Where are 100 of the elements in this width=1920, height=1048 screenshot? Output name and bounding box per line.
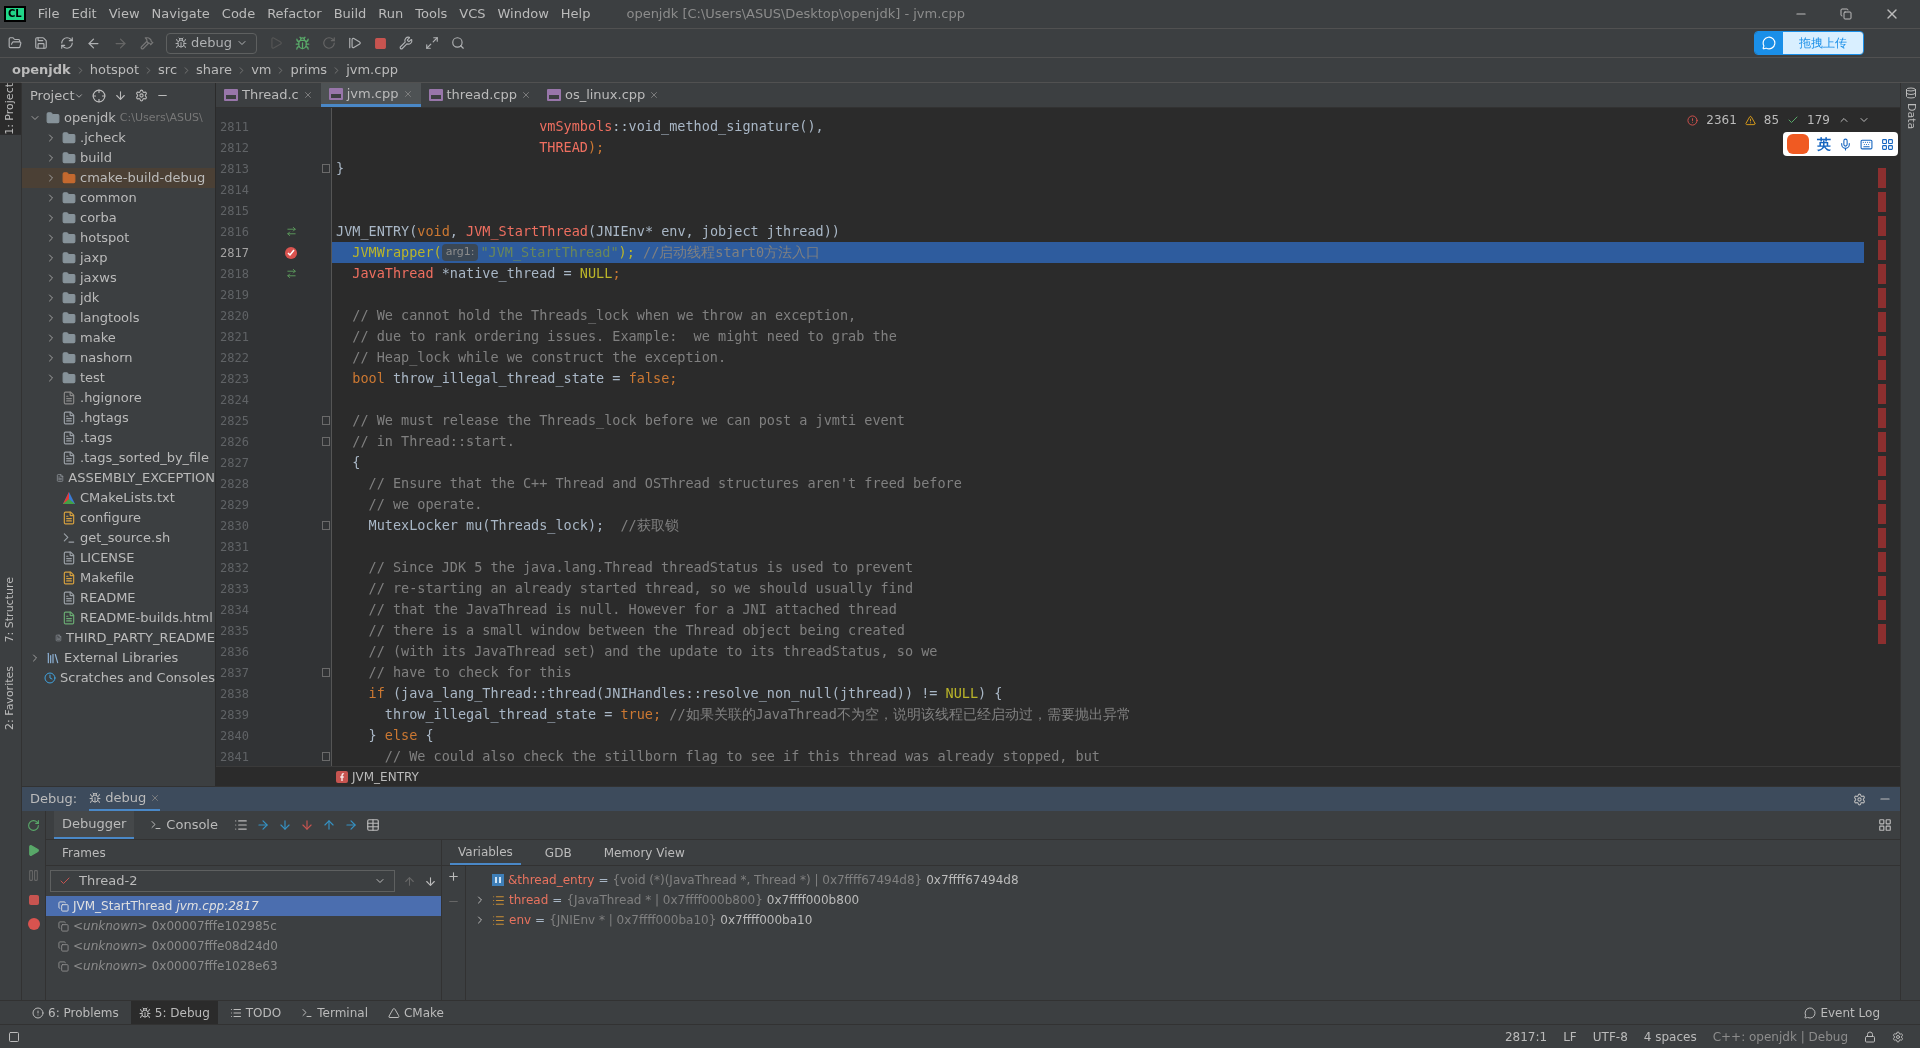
tree-item[interactable]: jdk xyxy=(22,288,215,308)
debugger-tab[interactable]: Console xyxy=(142,811,226,839)
tree-item[interactable]: .hgignore xyxy=(22,388,215,408)
layout-icon[interactable] xyxy=(425,36,439,50)
next-frame-icon[interactable] xyxy=(424,874,437,888)
tree-item[interactable]: README-builds.html xyxy=(22,608,215,628)
tree-item[interactable]: .jcheck xyxy=(22,128,215,148)
tree-item[interactable]: .tags xyxy=(22,428,215,448)
thread-dropdown[interactable]: Thread-2 xyxy=(50,870,395,892)
tool-window-tab[interactable]: CMake xyxy=(379,1001,452,1024)
tool-window-tab[interactable]: 5: Debug xyxy=(130,1001,218,1024)
lock-icon[interactable] xyxy=(1864,1030,1876,1043)
profile-icon[interactable] xyxy=(348,36,362,50)
project-view-dropdown[interactable]: Project xyxy=(30,85,85,106)
back-icon[interactable] xyxy=(86,35,101,51)
tree-item[interactable]: hotspot xyxy=(22,228,215,248)
close-icon[interactable] xyxy=(649,90,660,100)
hammer-icon[interactable] xyxy=(140,36,154,50)
tree-item[interactable]: test xyxy=(22,368,215,388)
tree-item[interactable]: jaxp xyxy=(22,248,215,268)
error-count[interactable]: 2361 xyxy=(1706,111,1737,129)
breakpoints-icon[interactable] xyxy=(27,918,40,930)
stop-icon[interactable] xyxy=(27,894,40,906)
editor-tab[interactable]: thread.cpp xyxy=(420,83,539,107)
fold-icon[interactable] xyxy=(322,437,331,446)
fold-icon[interactable] xyxy=(322,164,331,173)
menu-item[interactable]: Edit xyxy=(71,4,97,24)
menu-item[interactable]: VCS xyxy=(459,4,486,24)
typo-count[interactable]: 179 xyxy=(1807,111,1830,129)
close-icon[interactable] xyxy=(520,90,531,100)
add-watch-icon[interactable] xyxy=(447,870,460,883)
evaluate-icon[interactable] xyxy=(365,818,380,832)
tree-item[interactable]: .hgtags xyxy=(22,408,215,428)
save-icon[interactable] xyxy=(34,36,48,50)
fold-icon[interactable] xyxy=(322,521,331,530)
tool-window-tab[interactable]: TODO xyxy=(221,1001,290,1024)
breadcrumb-item[interactable]: hotspot xyxy=(89,60,140,80)
sync-icon[interactable] xyxy=(60,36,74,50)
menu-item[interactable]: View xyxy=(108,4,140,24)
menu-item[interactable]: Navigate xyxy=(151,4,210,24)
pause-icon[interactable] xyxy=(27,869,40,882)
status-item[interactable]: LF xyxy=(1563,1027,1577,1046)
resume-icon[interactable] xyxy=(27,844,40,857)
tree-item[interactable]: LICENSE xyxy=(22,548,215,568)
variables-tab[interactable]: GDB xyxy=(536,840,580,865)
stack-frame[interactable]: <unknown> 0x00007fffe1028e63 xyxy=(46,956,441,976)
ime-toolbar[interactable]: 英 xyxy=(1783,132,1898,156)
menu-item[interactable]: Help xyxy=(560,4,591,24)
database-tool-tab[interactable]: Data xyxy=(1902,103,1919,130)
breadcrumb-item[interactable]: vm xyxy=(251,60,272,80)
run-icon[interactable] xyxy=(269,36,283,50)
tree-item[interactable]: get_source.sh xyxy=(22,528,215,548)
tree-item[interactable]: cmake-build-debug xyxy=(22,168,215,188)
menu-item[interactable]: File xyxy=(37,4,60,24)
context-breadcrumb[interactable]: JVM_ENTRY xyxy=(352,767,419,786)
menu-item[interactable]: Build xyxy=(333,4,367,24)
variables-tab[interactable]: Variables xyxy=(450,840,521,865)
attach-icon[interactable] xyxy=(322,36,336,50)
status-item[interactable]: C++: openjdk | Debug xyxy=(1712,1027,1848,1046)
tree-item[interactable]: common xyxy=(22,188,215,208)
tool-window-tab[interactable]: 6: Problems xyxy=(24,1001,127,1024)
editor-tab[interactable]: Thread.c xyxy=(216,83,321,107)
tree-item[interactable]: THIRD_PARTY_README xyxy=(22,628,215,648)
search-icon[interactable] xyxy=(451,36,465,50)
favorites-tool-tab[interactable]: 2: Favorites xyxy=(2,666,19,730)
close-icon[interactable] xyxy=(302,90,313,100)
warning-count[interactable]: 85 xyxy=(1763,111,1780,129)
breadcrumb-item[interactable]: jvm.cpp xyxy=(346,60,398,80)
tree-item[interactable]: CMakeLists.txt xyxy=(22,488,215,508)
collapse-all-icon[interactable] xyxy=(114,89,128,102)
tree-item[interactable]: openjdk C:\Users\ASUS\ xyxy=(22,108,215,128)
run-configuration-dropdown[interactable]: debug xyxy=(166,32,257,54)
status-item[interactable]: 4 spaces xyxy=(1643,1027,1697,1046)
tool-window-tab[interactable]: Terminal xyxy=(293,1001,376,1024)
tree-item[interactable]: .tags_sorted_by_file xyxy=(22,448,215,468)
open-folder-icon[interactable] xyxy=(8,36,22,50)
step-into-icon[interactable] xyxy=(277,818,292,832)
structure-tool-tab[interactable]: 7: Structure xyxy=(2,576,19,643)
debugger-tab[interactable]: Debugger xyxy=(54,811,135,839)
upload-widget[interactable]: 拖拽上传 xyxy=(1754,31,1864,55)
settings-wrench-icon[interactable] xyxy=(399,36,413,50)
editor-tab[interactable]: jvm.cpp xyxy=(320,83,421,107)
event-log-button[interactable]: Event Log xyxy=(1804,1003,1880,1022)
breadcrumb-item[interactable]: src xyxy=(158,60,178,80)
stop-icon[interactable] xyxy=(374,36,387,50)
override-marker-icon[interactable] xyxy=(285,226,297,237)
panel-toggle-icon[interactable] xyxy=(8,1030,20,1043)
menu-item[interactable]: Tools xyxy=(415,4,448,24)
run-to-cursor-icon[interactable] xyxy=(343,818,358,832)
breadcrumb-item[interactable]: openjdk xyxy=(12,60,71,80)
tree-item[interactable]: Makefile xyxy=(22,568,215,588)
menu-icon[interactable] xyxy=(233,818,248,832)
settings-icon[interactable] xyxy=(1892,1030,1904,1043)
menu-item[interactable]: Refactor xyxy=(267,4,322,24)
tree-item[interactable]: ASSEMBLY_EXCEPTION xyxy=(22,468,215,488)
tree-item[interactable]: make xyxy=(22,328,215,348)
step-out-icon[interactable] xyxy=(321,818,336,832)
tree-item[interactable]: README xyxy=(22,588,215,608)
status-item[interactable]: 2817:1 xyxy=(1504,1027,1548,1046)
menu-item[interactable]: Window xyxy=(497,4,549,24)
